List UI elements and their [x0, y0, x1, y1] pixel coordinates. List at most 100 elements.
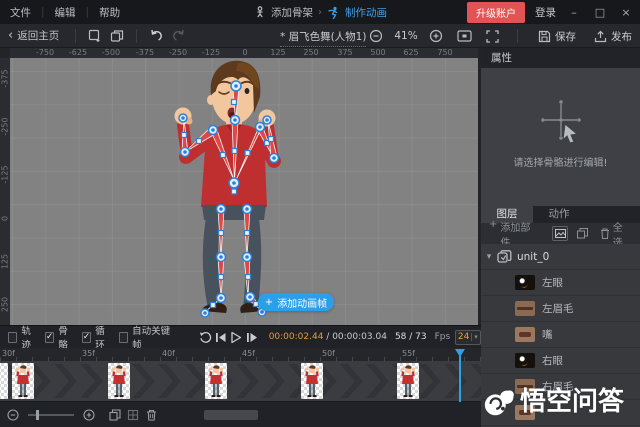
- delete-keyframe-button[interactable]: [142, 407, 160, 423]
- play-button[interactable]: [228, 329, 243, 345]
- mouth-thumbnail: [515, 327, 535, 342]
- layer-item-left-eyebrow[interactable]: 左眉毛: [481, 296, 640, 322]
- breadcrumb-separator-icon: ›: [318, 7, 322, 18]
- properties-header: 属性: [481, 48, 640, 68]
- left-eye-thumbnail: [515, 275, 535, 290]
- save-button[interactable]: 保存: [532, 29, 582, 44]
- add-frame-label: 添加动画帧: [277, 295, 327, 310]
- ruler-label: -500: [96, 48, 126, 57]
- back-home-button[interactable]: ‹ 返回主页: [0, 28, 67, 43]
- next-frame-button[interactable]: [243, 329, 258, 345]
- timeline-ruler[interactable]: 30f 35f 40f 45f 50f 55f: [0, 348, 481, 361]
- toggle-auto-keyframe[interactable]: ✓ 自动关键帧: [119, 323, 172, 351]
- keyframe-thumbnail[interactable]: [108, 363, 130, 399]
- close-icon[interactable]: ×: [618, 6, 634, 19]
- publish-icon: [594, 30, 607, 43]
- slider-track: [28, 414, 74, 416]
- save-label: 保存: [555, 29, 576, 44]
- checkbox: ✓: [82, 332, 92, 343]
- ruler-label: 0: [1, 204, 10, 234]
- new-frame-button[interactable]: [84, 26, 106, 46]
- timeline-controls: ✓ 轨迹 ✓ 骨骼 ✓ 循环 ✓ 自动关键帧: [0, 326, 481, 348]
- undo-button[interactable]: [145, 26, 167, 46]
- copy-layer-button[interactable]: [575, 226, 590, 241]
- layer-item-label: 嘴: [542, 327, 553, 342]
- fps-dropdown[interactable]: 24 ▾: [455, 330, 481, 345]
- layer-item-right-eye[interactable]: 右眼: [481, 348, 640, 374]
- fps-label: Fps: [435, 332, 451, 342]
- keyframe-thumbnail[interactable]: [0, 363, 8, 399]
- check-icon: ✓: [83, 333, 91, 342]
- ruler-label: -375: [1, 64, 10, 94]
- layer-item-mouth[interactable]: 嘴: [481, 322, 640, 348]
- right-eyebrow-thumbnail: [515, 379, 535, 394]
- keyframe-thumbnail[interactable]: [397, 363, 419, 399]
- menu-help[interactable]: 帮助: [89, 5, 130, 20]
- login-button[interactable]: 登录: [535, 5, 556, 20]
- timeline-horizontal-scrollbar[interactable]: [204, 410, 258, 420]
- right-eye-thumbnail: [515, 353, 535, 368]
- prev-frame-icon: [214, 331, 227, 344]
- delete-layer-button[interactable]: [597, 226, 612, 241]
- fit-screen-button[interactable]: [453, 26, 475, 46]
- chevron-down-icon[interactable]: ▾: [481, 252, 497, 262]
- replay-icon: [199, 331, 212, 344]
- slider-thumb[interactable]: [36, 410, 39, 420]
- toggle-label: 轨迹: [21, 323, 37, 351]
- duplicate-button[interactable]: [106, 26, 128, 46]
- fullscreen-icon: [486, 30, 499, 43]
- document-title[interactable]: * 眉飞色舞(人物1): [280, 29, 366, 47]
- step-add-skeleton[interactable]: 添加骨架: [271, 5, 313, 20]
- keyframe-thumbnail[interactable]: [12, 363, 34, 399]
- keyframe-thumbnail[interactable]: [301, 363, 323, 399]
- zoom-in-button[interactable]: [425, 26, 447, 46]
- mode-breadcrumb: 添加骨架 › 制作动画: [254, 0, 387, 24]
- toggle-trajectory[interactable]: ✓ 轨迹: [8, 323, 37, 351]
- track-zoom-in-button[interactable]: [80, 407, 98, 423]
- add-animation-frame-button[interactable]: + 添加动画帧: [258, 293, 334, 311]
- menu-file[interactable]: 文件: [0, 5, 41, 20]
- image-mode-button[interactable]: [552, 226, 567, 241]
- prev-frame-button[interactable]: [213, 329, 228, 345]
- keyframe-track[interactable]: [0, 361, 481, 401]
- layer-item-label: 左眉毛: [542, 301, 574, 316]
- publish-label: 发布: [611, 29, 632, 44]
- tab-actions[interactable]: 动作: [533, 206, 585, 223]
- layer-item-partial[interactable]: [481, 400, 640, 426]
- paste-keyframe-button[interactable]: [124, 407, 142, 423]
- track-zoom-out-button[interactable]: [4, 407, 22, 423]
- fit-screen-icon: [457, 30, 472, 42]
- toggle-loop[interactable]: ✓ 循环: [82, 323, 111, 351]
- properties-body: 请选择骨骼进行编辑!: [481, 68, 640, 206]
- maximize-icon[interactable]: □: [592, 6, 608, 19]
- toggle-label: 自动关键帧: [132, 323, 172, 351]
- checkbox: ✓: [119, 332, 128, 343]
- ruler-label: -625: [63, 48, 93, 57]
- layer-item-right-eyebrow[interactable]: 右眉毛: [481, 374, 640, 400]
- copy-keyframe-button[interactable]: [106, 407, 124, 423]
- redo-icon: [171, 29, 186, 42]
- zoom-out-icon: [7, 409, 19, 421]
- upgrade-account-button[interactable]: 升级账户: [467, 2, 525, 23]
- trash-icon: [146, 409, 157, 421]
- track-zoom-slider[interactable]: [28, 409, 74, 421]
- back-chevron-icon: ‹: [8, 28, 13, 43]
- fullscreen-button[interactable]: [481, 26, 503, 46]
- zoom-out-button[interactable]: [365, 26, 387, 46]
- main-toolbar: ‹ 返回主页 * 眉飞色舞(人物1) 41%: [0, 24, 640, 48]
- thumbnail-figure: [205, 363, 227, 399]
- keyframe-thumbnail[interactable]: [205, 363, 227, 399]
- publish-button[interactable]: 发布: [588, 29, 638, 44]
- layer-item-label: 左眼: [542, 275, 563, 290]
- ruler-label: 125: [1, 247, 10, 277]
- redo-button[interactable]: [167, 26, 189, 46]
- menu-edit[interactable]: 编辑: [45, 5, 86, 20]
- step-make-animation[interactable]: 制作动画: [345, 5, 387, 20]
- timeline-bottom-bar: [0, 401, 481, 427]
- minimize-icon[interactable]: –: [566, 6, 582, 19]
- layer-group-row[interactable]: ▾ unit_0: [481, 244, 640, 270]
- toggle-bones[interactable]: ✓ 骨骼: [45, 323, 74, 351]
- replay-button[interactable]: [198, 329, 213, 345]
- layer-item-left-eye[interactable]: 左眼: [481, 270, 640, 296]
- character-with-skeleton[interactable]: [150, 55, 350, 320]
